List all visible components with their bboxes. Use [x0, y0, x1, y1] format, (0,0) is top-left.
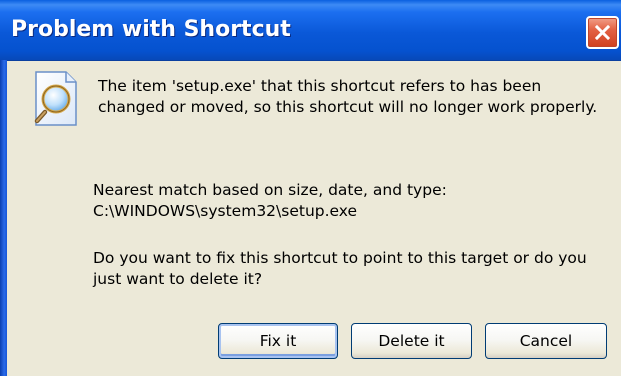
delete-it-button[interactable]: Delete it — [351, 323, 472, 359]
document-search-icon — [34, 71, 77, 126]
fix-it-button[interactable]: Fix it — [218, 323, 338, 359]
nearest-match-info: Nearest match based on size, date, and t… — [93, 180, 447, 222]
error-message: The item 'setup.exe' that this shortcut … — [98, 76, 597, 118]
fix-question-line-2: just want to delete it? — [93, 270, 263, 288]
window-frame-left — [0, 60, 7, 376]
error-message-line-2: changed or moved, so this shortcut will … — [98, 98, 598, 116]
problem-with-shortcut-dialog: Problem with Shortcut The item 'setup.ex… — [0, 0, 621, 376]
nearest-match-path: C:\WINDOWS\system32\setup.exe — [93, 202, 358, 220]
nearest-match-label: Nearest match based on size, date, and t… — [93, 181, 447, 199]
error-message-line-1: The item 'setup.exe' that this shortcut … — [98, 77, 542, 95]
fix-question-line-1: Do you want to fix this shortcut to poin… — [93, 249, 587, 267]
title-bar[interactable]: Problem with Shortcut — [0, 0, 621, 61]
fix-question: Do you want to fix this shortcut to poin… — [93, 248, 587, 290]
close-button[interactable] — [586, 16, 619, 49]
cancel-button[interactable]: Cancel — [485, 323, 607, 359]
close-icon — [595, 25, 610, 40]
window-title: Problem with Shortcut — [11, 17, 291, 42]
